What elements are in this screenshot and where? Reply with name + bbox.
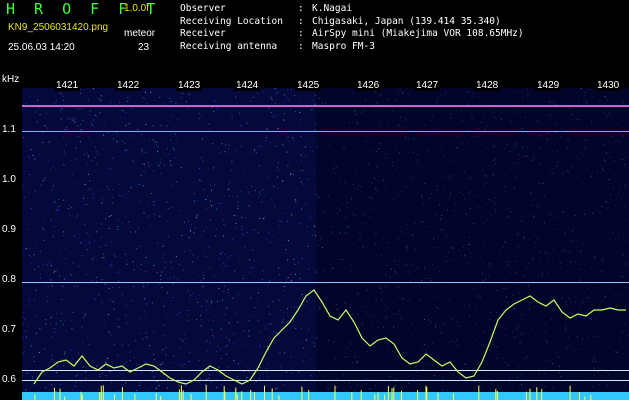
baseline-spike (426, 387, 428, 400)
baseline-spike (178, 389, 180, 400)
baseline-spike (241, 391, 243, 400)
baseline-spike (236, 394, 238, 400)
baseline-spike (250, 390, 252, 400)
x-tick-label: 1425 (295, 80, 322, 91)
baseline-spike (80, 391, 82, 400)
baseline-spike (155, 393, 157, 400)
baseline-spike (182, 390, 184, 400)
x-tick-label: 1422 (115, 80, 142, 91)
baseline-spike (541, 388, 543, 400)
y-tick-label: 0.6 (2, 374, 16, 385)
baseline-spike (377, 392, 379, 400)
baseline-spike (180, 385, 182, 400)
baseline-spike (360, 390, 362, 400)
baseline-spike (53, 387, 55, 400)
baseline-spike (308, 389, 310, 400)
baseline-spike (271, 388, 273, 400)
baseline-spike (59, 388, 61, 400)
baseline-spike (160, 395, 162, 400)
x-tick-label: 1428 (474, 80, 501, 91)
baseline-spike (579, 392, 580, 400)
y-tick-label: 0.8 (2, 274, 16, 285)
baseline-spike (525, 391, 527, 400)
baseline-spike (334, 385, 336, 400)
y-tick-label: 1.0 (2, 174, 16, 185)
baseline-spike (235, 387, 237, 400)
baseline-spike (351, 392, 353, 400)
x-tick-label: 1430 (595, 80, 622, 91)
baseline-spike (190, 393, 192, 400)
baseline-spike (102, 385, 104, 400)
baseline-spikes (34, 385, 592, 400)
baseline-spike (495, 389, 497, 400)
baseline-spike (278, 395, 280, 400)
y-tick-label: 0.7 (2, 324, 16, 335)
baseline-spike (64, 396, 66, 400)
baseline-spike (34, 394, 36, 400)
baseline-spike (254, 392, 255, 400)
baseline-spike (387, 386, 389, 400)
baseline-spike (590, 394, 592, 400)
baseline-spike (536, 387, 538, 400)
baseline-spike (384, 394, 386, 400)
baseline-spike (264, 385, 265, 400)
baseline-spike (224, 391, 226, 400)
x-tick-label: 1421 (54, 80, 81, 91)
baseline-spike (100, 385, 102, 400)
baseline-spike (496, 390, 498, 400)
baseline-spike (437, 392, 439, 400)
x-tick-label: 1427 (414, 80, 441, 91)
baseline-spike (584, 396, 586, 400)
baseline-spike (114, 394, 115, 400)
baseline-spike (393, 387, 395, 400)
signal-trace (33, 289, 626, 385)
baseline-spike (205, 385, 207, 400)
baseline-spike (453, 393, 454, 400)
baseline-spike (81, 394, 83, 400)
baseline-spike (374, 394, 376, 400)
x-tick-label: 1429 (535, 80, 562, 91)
baseline-spike (121, 387, 123, 400)
y-tick-label: 1.1 (2, 124, 16, 135)
baseline-spike (134, 394, 136, 400)
baseline-spike (301, 386, 303, 400)
baseline-spike (400, 393, 402, 400)
baseline-spike (391, 388, 393, 400)
baseline-spike (99, 392, 101, 400)
baseline-spike (529, 388, 531, 400)
baseline-spike (478, 385, 480, 400)
y-tick-label: 0.9 (2, 224, 16, 235)
x-tick-label: 1426 (355, 80, 382, 91)
baseline-spike (569, 385, 571, 400)
x-tick-label: 1424 (234, 80, 261, 91)
baseline-spike (417, 390, 419, 400)
x-tick-label: 1423 (176, 80, 203, 91)
